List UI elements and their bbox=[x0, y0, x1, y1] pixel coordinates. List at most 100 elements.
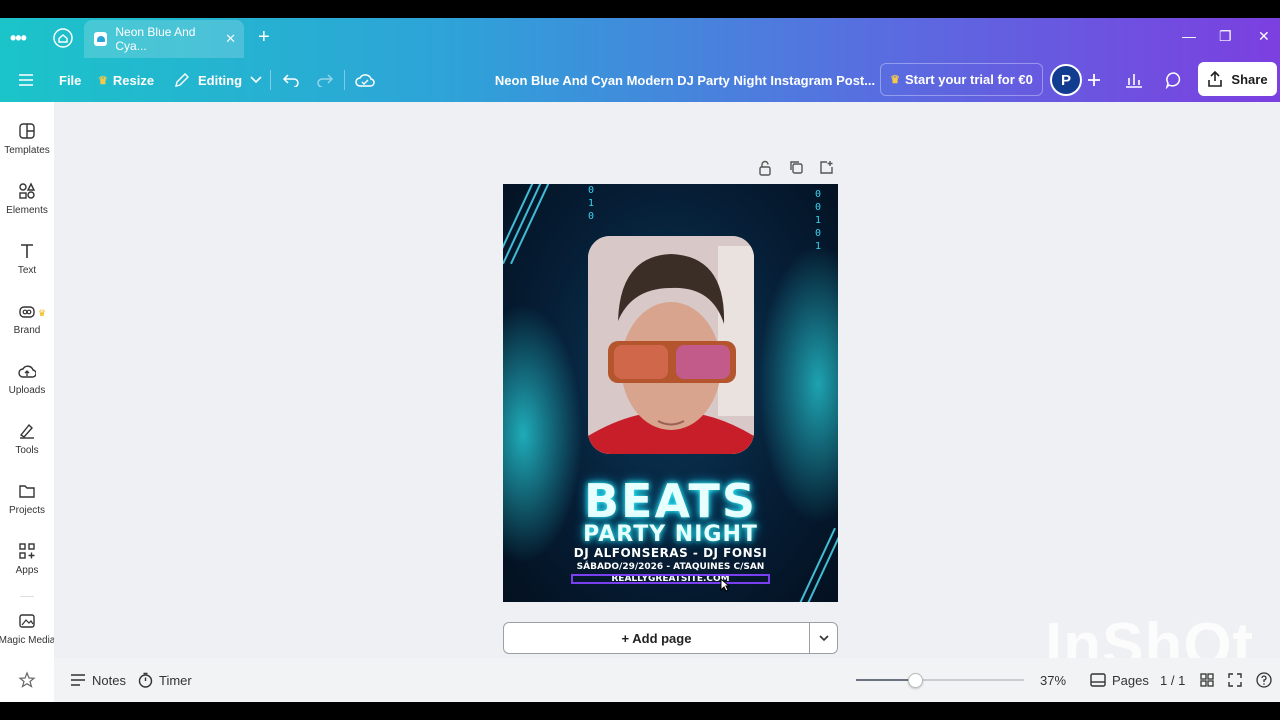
sidebar-item-templates[interactable]: Templates bbox=[0, 122, 54, 178]
browser-tab-active[interactable]: Neon Blue And Cya... ✕ bbox=[84, 20, 244, 58]
document-title[interactable]: Neon Blue And Cyan Modern DJ Party Night… bbox=[490, 58, 880, 102]
sidebar-item-label: Elements bbox=[6, 205, 48, 216]
sidebar-item-label: Projects bbox=[8, 505, 46, 516]
sidebar-item-uploads[interactable]: Uploads bbox=[0, 362, 54, 418]
comment-icon[interactable] bbox=[1158, 64, 1190, 96]
mouse-cursor-icon bbox=[720, 578, 730, 592]
magic-media-icon bbox=[19, 614, 35, 628]
sidebar-item-label: Text bbox=[17, 265, 37, 276]
start-trial-button[interactable]: ♛ Start your trial for €0 bbox=[880, 63, 1043, 96]
restore-icon[interactable]: ❐ bbox=[1219, 28, 1232, 45]
minimize-icon[interactable]: — bbox=[1182, 28, 1196, 44]
tools-icon bbox=[19, 423, 34, 439]
editor-toolbar: File ♛ Resize Editing Neon Blue And Cyan bbox=[0, 58, 1280, 102]
zoom-slider[interactable] bbox=[856, 673, 1024, 688]
neon-stripe bbox=[503, 184, 542, 265]
zoom-slider-handle[interactable] bbox=[907, 673, 923, 688]
sidebar-item-label: Templates bbox=[4, 145, 50, 156]
fullscreen-icon[interactable] bbox=[1228, 658, 1242, 702]
uploads-icon bbox=[18, 365, 36, 378]
sidebar-item-tools[interactable]: Tools bbox=[0, 422, 54, 478]
pages-label: Pages bbox=[1112, 672, 1149, 688]
notes-icon bbox=[71, 674, 85, 686]
design-title-party-night[interactable]: PARTY NIGHT bbox=[503, 522, 838, 547]
share-upload-icon bbox=[1208, 71, 1223, 87]
pages-button[interactable]: Pages bbox=[1090, 658, 1149, 702]
sidebar-divider bbox=[20, 596, 34, 597]
editing-label: Editing bbox=[198, 72, 243, 88]
sidebar-item-text[interactable]: Text bbox=[0, 242, 54, 298]
page-counter: 1 / 1 bbox=[1160, 672, 1186, 688]
undo-icon[interactable] bbox=[282, 58, 300, 102]
text-selection-box bbox=[571, 574, 770, 584]
video-letterbox-bottom bbox=[0, 702, 1280, 720]
zoom-percentage[interactable]: 37% bbox=[1040, 658, 1066, 702]
timer-label: Timer bbox=[159, 672, 192, 688]
trial-label: Start your trial for €0 bbox=[905, 72, 1033, 87]
tab-close-icon[interactable]: ✕ bbox=[225, 31, 236, 47]
insights-chart-icon[interactable] bbox=[1118, 64, 1150, 96]
sidebar-item-label: Magic Media bbox=[0, 635, 56, 646]
redo-icon[interactable] bbox=[316, 58, 334, 102]
sidebar-item-apps[interactable]: Apps bbox=[0, 542, 54, 598]
design-title-beats[interactable]: BEATS bbox=[503, 474, 838, 528]
add-page-button[interactable]: + Add page bbox=[503, 622, 810, 654]
new-tab-button[interactable]: + bbox=[258, 26, 270, 49]
brand-icon bbox=[19, 306, 35, 318]
design-date-line[interactable]: SÁBADO/29/2026 - ATAQUINES C/SAN bbox=[503, 562, 838, 572]
toolbar-divider bbox=[344, 70, 345, 90]
templates-icon bbox=[19, 123, 35, 139]
toolbar-divider bbox=[270, 70, 271, 90]
file-menu-button[interactable]: File bbox=[59, 58, 81, 102]
window-close-icon[interactable]: ✕ bbox=[1258, 28, 1270, 45]
dj-photo[interactable] bbox=[588, 236, 754, 454]
sidebar-item-projects[interactable]: Projects bbox=[0, 482, 54, 538]
binary-code-right: 0 0 1 0 1 bbox=[815, 189, 822, 252]
sidebar-item-brand[interactable]: Brand bbox=[0, 302, 54, 358]
editing-mode-dropdown[interactable]: Editing bbox=[174, 58, 262, 102]
hamburger-menu-icon[interactable] bbox=[18, 58, 34, 102]
add-page-options-button[interactable] bbox=[809, 622, 838, 654]
binary-code-left: 0 1 0 bbox=[588, 185, 595, 222]
left-sidebar: Templates Elements Text ♛ Brand Uploads … bbox=[0, 102, 56, 702]
help-icon[interactable] bbox=[1256, 658, 1272, 702]
elements-icon bbox=[19, 182, 36, 199]
add-page-above-icon[interactable] bbox=[819, 160, 834, 180]
sidebar-item-label: Tools bbox=[15, 445, 39, 456]
resize-button[interactable]: ♛ Resize bbox=[98, 58, 154, 102]
grid-view-icon[interactable] bbox=[1200, 658, 1214, 702]
chevron-down-icon bbox=[818, 634, 829, 641]
timer-button[interactable]: Timer bbox=[138, 658, 192, 702]
bottom-status-bar: Notes Timer 37% Pages 1 / 1 bbox=[54, 658, 1280, 702]
sidebar-item-label: Uploads bbox=[8, 385, 46, 396]
tab-title: Neon Blue And Cya... bbox=[115, 25, 196, 53]
canva-editor-window: ••• Neon Blue And Cya... ✕ + — ❐ ✕ File … bbox=[0, 18, 1280, 702]
crown-icon: ♛ bbox=[98, 74, 108, 87]
crown-icon: ♛ bbox=[890, 74, 900, 86]
text-icon bbox=[21, 244, 33, 258]
notes-button[interactable]: Notes bbox=[70, 658, 126, 702]
notes-label: Notes bbox=[92, 672, 126, 688]
canva-favicon-icon bbox=[94, 32, 108, 46]
sidebar-item-label: Apps bbox=[15, 565, 39, 576]
cloud-save-icon[interactable] bbox=[355, 58, 375, 102]
design-dj-names[interactable]: DJ ALFONSERAS - DJ FONSI bbox=[503, 546, 838, 560]
browser-tab-bar: ••• Neon Blue And Cya... ✕ + — ❐ ✕ bbox=[0, 18, 1280, 58]
sidebar-item-elements[interactable]: Elements bbox=[0, 182, 54, 238]
pages-icon bbox=[1090, 673, 1106, 687]
neon-stripe bbox=[510, 184, 550, 265]
top-chrome: ••• Neon Blue And Cya... ✕ + — ❐ ✕ File … bbox=[0, 18, 1280, 102]
sidebar-item-label: Brand bbox=[13, 325, 41, 336]
starred-icon[interactable] bbox=[0, 658, 54, 702]
duplicate-page-icon[interactable] bbox=[789, 160, 804, 180]
pencil-icon bbox=[175, 73, 189, 87]
lock-icon[interactable] bbox=[758, 160, 772, 180]
menu-dots-icon[interactable]: ••• bbox=[10, 28, 27, 49]
share-button[interactable]: Share bbox=[1198, 62, 1277, 96]
share-label: Share bbox=[1231, 71, 1268, 87]
zoom-slider-fill bbox=[856, 679, 915, 681]
design-page[interactable]: 0 1 0 0 0 1 0 1 BEATS PARTY NIGHT DJ ALF… bbox=[503, 184, 838, 602]
apps-icon bbox=[19, 543, 35, 559]
add-collaborator-icon[interactable] bbox=[1078, 64, 1110, 96]
home-icon[interactable] bbox=[52, 27, 74, 49]
